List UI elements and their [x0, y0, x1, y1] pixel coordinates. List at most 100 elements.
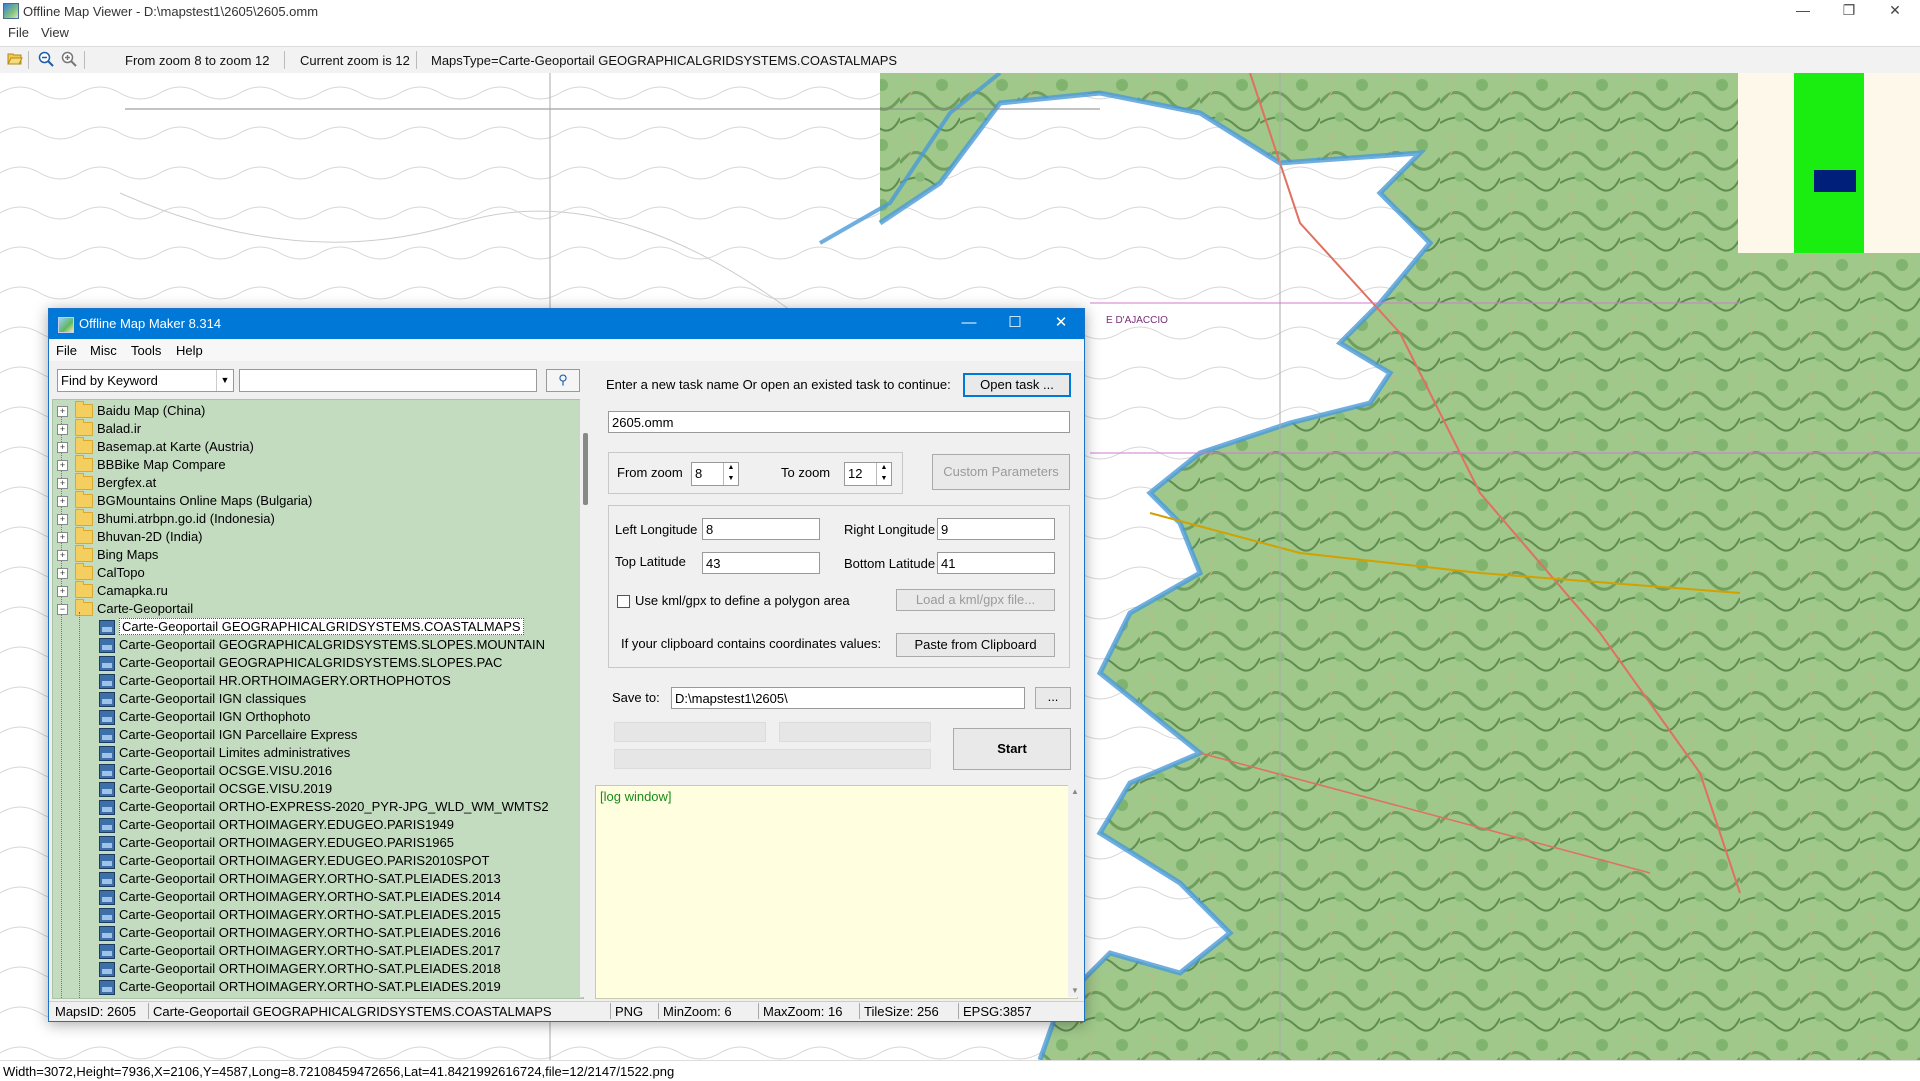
expand-icon[interactable]: + [57, 532, 68, 543]
task-prompt-label: Enter a new task name Or open an existed… [606, 377, 951, 392]
log-text: [log window] [600, 789, 672, 804]
maximize-icon[interactable]: ☐ [992, 309, 1038, 339]
left-longitude-label: Left Longitude [615, 522, 698, 537]
tree-map-label: Carte-Geoportail ORTHOIMAGERY.ORTHO-SAT.… [119, 943, 501, 958]
map-source-tree[interactable]: + Baidu Map (China) + Balad.ir + Basemap.at K… [52, 399, 584, 999]
kml-checkbox[interactable] [617, 595, 630, 608]
browse-button[interactable]: ... [1035, 687, 1071, 709]
expand-icon[interactable]: + [57, 514, 68, 525]
menu-file[interactable]: File [8, 25, 29, 40]
maps-type-text: MapsType=Carte-Geoportail GEOGRAPHICALGR… [431, 53, 898, 68]
spin-up-icon[interactable]: ▲ [724, 463, 738, 474]
scroll-up-icon[interactable]: ▲ [1071, 787, 1079, 796]
expand-icon[interactable]: + [57, 460, 68, 471]
spin-down-icon[interactable]: ▼ [724, 474, 738, 485]
tree-map-label: Carte-Geoportail IGN Parcellaire Express [119, 727, 358, 742]
chevron-down-icon[interactable]: ▼ [216, 370, 233, 391]
collapse-icon[interactable]: − [57, 604, 68, 615]
spin-down-icon[interactable]: ▼ [877, 474, 891, 485]
custom-parameters-button[interactable]: Custom Parameters [932, 454, 1070, 490]
zoom-out-icon[interactable] [37, 51, 55, 69]
menu-tools[interactable]: Tools [131, 343, 161, 358]
from-zoom-stepper[interactable]: 8 ▲ ▼ [691, 462, 739, 486]
folder-icon [75, 581, 93, 598]
app-icon [3, 3, 19, 19]
menu-help[interactable]: Help [176, 343, 203, 358]
max-zoom: MaxZoom: 16 [763, 1004, 843, 1019]
map-layer-icon [99, 872, 115, 887]
log-scrollbar[interactable]: ▲ ▼ [1068, 785, 1082, 997]
tree-scrollbar[interactable] [580, 399, 592, 997]
menu-misc[interactable]: Misc [90, 343, 117, 358]
zoom-in-icon[interactable] [60, 51, 78, 69]
epsg: EPSG:3857 [963, 1004, 1032, 1019]
minimize-icon[interactable]: — [946, 309, 992, 339]
minimize-icon[interactable]: — [1780, 0, 1826, 22]
tile-size: TileSize: 256 [864, 1004, 939, 1019]
tree-folder-label: Carte-Geoportail [97, 601, 194, 616]
map-layer-icon [99, 980, 115, 995]
right-longitude-field[interactable]: 9 [937, 518, 1055, 540]
close-icon[interactable]: ✕ [1872, 0, 1918, 22]
overview-map[interactable] [1738, 73, 1920, 253]
search-icon[interactable]: ⚲ [546, 369, 580, 392]
folder-icon [75, 473, 93, 490]
from-zoom-label: From zoom [617, 465, 683, 480]
expand-icon[interactable]: + [57, 478, 68, 489]
find-by-select[interactable]: Find by Keyword ▼ [57, 369, 234, 392]
to-zoom-stepper[interactable]: 12 ▲ ▼ [844, 462, 892, 486]
scrollbar-thumb[interactable] [583, 433, 588, 505]
folder-icon [75, 545, 93, 562]
status-separator [148, 1003, 149, 1019]
map-layer-icon [99, 854, 115, 869]
task-name-field[interactable]: 2605.omm [608, 411, 1070, 433]
close-icon[interactable]: ✕ [1038, 309, 1084, 339]
save-to-label: Save to: [612, 690, 660, 705]
folder-icon [75, 437, 93, 454]
tree-map-label: Carte-Geoportail ORTHOIMAGERY.EDUGEO.PAR… [119, 817, 454, 832]
expand-icon[interactable]: + [57, 424, 68, 435]
map-layer-icon [99, 656, 115, 671]
menu-view[interactable]: View [41, 25, 69, 40]
menu-file[interactable]: File [56, 343, 77, 358]
expand-icon[interactable]: + [57, 496, 68, 507]
expand-icon[interactable]: + [57, 568, 68, 579]
open-task-button[interactable]: Open task ... [963, 373, 1071, 397]
dialog-title: Offline Map Maker 8.314 [79, 316, 222, 331]
viewer-status-text: Width=3072,Height=7936,X=2106,Y=4587,Lon… [3, 1064, 675, 1079]
expand-icon[interactable]: + [57, 442, 68, 453]
expand-icon[interactable]: + [57, 550, 68, 561]
tree-map-label: Carte-Geoportail ORTHOIMAGERY.ORTHO-SAT.… [119, 871, 501, 886]
map-layer-icon [99, 746, 115, 761]
to-zoom-value: 12 [848, 466, 863, 481]
log-window[interactable]: [log window] [595, 785, 1078, 999]
expand-icon[interactable]: + [57, 586, 68, 597]
dialog-menubar: File Misc Tools Help [49, 339, 1084, 361]
tree-map-label: Carte-Geoportail GEOGRAPHICALGRIDSYSTEMS… [119, 655, 503, 670]
scroll-down-icon[interactable]: ▼ [1071, 986, 1079, 995]
overview-viewport[interactable] [1814, 170, 1856, 192]
folder-icon [75, 455, 93, 472]
left-longitude-field[interactable]: 8 [702, 518, 820, 540]
search-input[interactable] [239, 369, 537, 392]
viewer-statusbar: Width=3072,Height=7936,X=2106,Y=4587,Lon… [0, 1060, 1920, 1081]
save-to-field[interactable]: D:\mapstest1\2605\ [671, 687, 1025, 709]
spin-up-icon[interactable]: ▲ [877, 463, 891, 474]
viewer-toolbar: From zoom 8 to zoom 12 Current zoom is 1… [0, 46, 1920, 74]
paste-clipboard-button[interactable]: Paste from Clipboard [896, 633, 1055, 657]
map-layer-icon [99, 638, 115, 653]
load-kml-button[interactable]: Load a kml/gpx file... [896, 589, 1055, 611]
status-separator [610, 1003, 611, 1019]
bottom-latitude-field[interactable]: 41 [937, 552, 1055, 574]
expand-icon[interactable]: + [57, 406, 68, 417]
top-latitude-field[interactable]: 43 [702, 552, 820, 574]
restore-icon[interactable]: ❐ [1826, 0, 1872, 22]
tree-map-label: Carte-Geoportail IGN Orthophoto [119, 709, 311, 724]
tree-map-label: Carte-Geoportail Limites administratives [119, 745, 351, 760]
start-button[interactable]: Start [953, 728, 1071, 770]
open-folder-icon[interactable] [6, 51, 24, 69]
tree-folder-label: Balad.ir [97, 421, 142, 436]
dialog-statusbar: MapsID: 2605 Carte-Geoportail GEOGRAPHIC… [49, 1001, 1084, 1021]
map-layer-icon [99, 710, 115, 725]
toolbar-separator [84, 51, 85, 69]
